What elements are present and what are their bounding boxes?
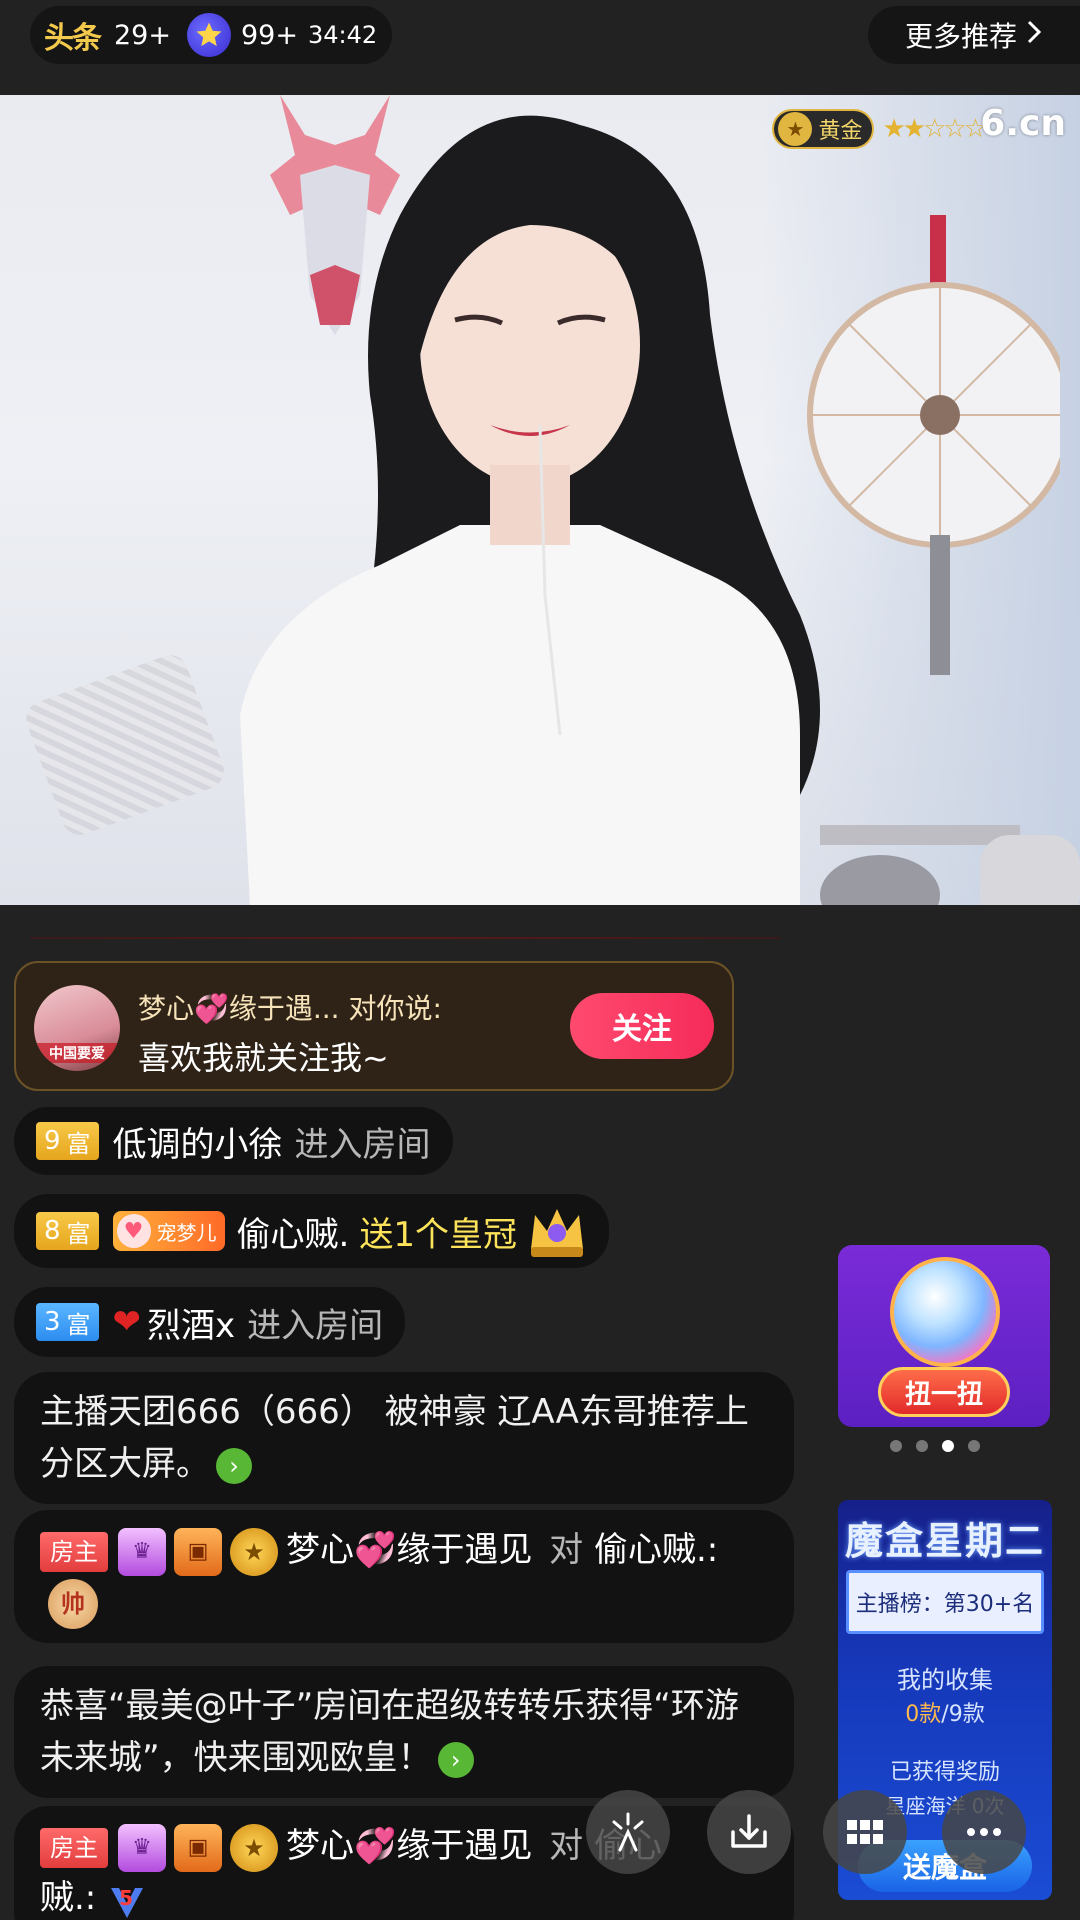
chat-message[interactable]: 9 富 低调的小徐 进入房间 [14,1107,453,1175]
rich-level-number: 9 [44,1126,61,1156]
rich-level-badge: 8 富 [36,1212,99,1250]
system-message-text: 恭喜“最美@叶子”房间在超级转转乐获得“环游未来城”，快来围观欧皇！ [40,1686,739,1778]
divider [30,937,780,939]
room-owner-tag: 房主 [40,1531,108,1572]
system-message-text: 主播天团666（666） 被神豪 辽AA东哥推荐上分区大屏。 [40,1392,749,1484]
star-count: 99+ [240,19,298,51]
heart-icon: ❤ [112,1302,142,1342]
follow-prompt-card: 中国要爱 梦心💞缘于遇... 对你说: 喜欢我就关注我~ 关注 [14,961,734,1091]
rich-level-number: 8 [44,1216,61,1246]
pillow-decoration [21,650,229,840]
toutiao-logo: 头条 [44,21,102,56]
apps-grid-button[interactable] [823,1790,907,1874]
won-title: 已获得奖励 [889,1760,1000,1785]
star-icon [186,13,231,57]
download-button[interactable] [707,1790,791,1874]
chat-target-user-cont: 贼.: [40,1878,97,1918]
shuai-emote-icon: 帅 [48,1578,98,1629]
gesture-button[interactable] [586,1790,670,1874]
chat-target-user[interactable]: 偷心贼.: [594,1530,718,1570]
level-number: 5 [119,1885,133,1910]
live-time: 34:42 [307,21,378,49]
shield-badge-icon: ▣ [174,1823,222,1872]
top-bar: 头条 29+ 99+ 34:42 更多推荐 [0,0,1080,95]
medal-icon: ★ [230,1527,278,1576]
level-stars: ★★☆☆☆ [882,114,987,144]
guard-badge-icon: ♛ [118,1823,166,1872]
microphone [820,825,1080,905]
live-video[interactable]: ★ 黄金 ★★☆☆☆ 6.cn [0,95,1080,905]
system-message[interactable]: 恭喜“最美@叶子”房间在超级转转乐获得“环游未来城”，快来围观欧皇！ › [14,1666,794,1798]
pagination-dot[interactable] [968,1440,980,1452]
grid-icon [847,1820,883,1844]
stats-pill[interactable]: 头条 29+ 99+ 34:42 [30,6,392,64]
download-icon [731,1814,767,1848]
chat-action: 进入房间 [294,1124,431,1165]
crown-gift-icon [527,1203,587,1259]
rich-level-number: 3 [44,1307,61,1337]
more-options-button[interactable] [942,1790,1026,1874]
chat-action: 进入房间 [247,1305,384,1346]
medal-icon: ★ [778,112,813,146]
rich-level-badge: 9 富 [36,1122,99,1160]
chat-message[interactable]: 3 富 ❤ 烈酒x 进入房间 [14,1287,406,1357]
system-message[interactable]: 主播天团666（666） 被神豪 辽AA东哥推荐上分区大屏。 › [14,1372,794,1504]
shield-badge-icon: ▣ [174,1527,222,1576]
twist-button[interactable]: 扭一扭 [878,1367,1010,1417]
pet-fan-badge: ♥ 宠梦儿 [112,1211,225,1251]
chat-to-word: 对 [549,1826,584,1866]
follow-card-sender: 梦心💞缘于遇... 对你说: [138,992,442,1025]
gacha-globe-icon [890,1257,1000,1367]
site-watermark: 6.cn [980,103,1066,144]
avatar[interactable]: 中国要爱 [34,985,120,1071]
streamer [240,115,820,905]
pagination-dot[interactable] [916,1440,928,1452]
chat-username[interactable]: 烈酒x [147,1298,235,1347]
collect-title: 我的收集 [897,1666,993,1694]
pet-fan-name: 宠梦儿 [156,1220,217,1245]
follow-card-message: 喜欢我就关注我~ [138,1039,389,1077]
heart-icon: ♥ [116,1214,151,1248]
weekly-title: 魔盒星期二 [844,1518,1045,1563]
follow-button[interactable]: 关注 [570,993,714,1059]
chat-message[interactable]: 8 富 ♥ 宠梦儿 偷心贼. 送1个皇冠 [14,1194,609,1268]
pagination-dot[interactable] [890,1440,902,1452]
collect-total: /9款 [941,1702,985,1727]
more-recommend-button[interactable]: 更多推荐 [868,6,1080,64]
rich-level-label: 富 [66,1129,91,1158]
chat-message[interactable]: 房主♛▣★梦心💞缘于遇见 对 偷心 贼.: 5 [14,1806,794,1920]
chat-message[interactable]: 房主 ♛ ▣ ★ 梦心💞缘于遇见 对 偷心贼.: 帅 [14,1510,794,1643]
chat-username[interactable]: 偷心贼. [237,1207,350,1256]
rich-level-badge: 3 富 [36,1303,99,1341]
pagination-dot-active[interactable] [942,1440,954,1452]
gold-level-text: 黄金 [818,119,863,144]
go-arrow-icon[interactable]: › [216,1447,252,1484]
guard-badge-icon: ♛ [118,1527,166,1576]
gift-message: 送1个皇冠 [359,1214,517,1255]
chat-username[interactable]: 低调的小徐 [113,1117,283,1166]
medal-icon: ★ [230,1823,278,1872]
anchor-rank: 主播榜：第30+名 [846,1570,1044,1634]
rich-level-label: 富 [66,1219,91,1248]
more-recommend-label: 更多推荐 [904,20,1017,53]
chevron-right-icon [1025,19,1043,52]
chat-to-word: 对 [549,1530,584,1570]
collect-value: 0款/9款 [838,1696,1052,1728]
avatar-label: 中国要爱 [34,1043,120,1063]
headline-count: 29+ [114,19,171,51]
gold-level-pill: ★ 黄金 [772,109,875,149]
level-v-icon: 5 [107,1878,147,1920]
rich-level-label: 富 [66,1310,91,1339]
chat-username[interactable]: 梦心💞缘于遇见 [286,1826,532,1866]
go-arrow-icon[interactable]: › [437,1741,474,1778]
collect-count: 0款 [905,1702,942,1727]
sparkle-icon [612,1812,644,1852]
more-dots-icon [967,1828,1001,1836]
anchor-level-badge[interactable]: ★ 黄金 ★★☆☆☆ [772,107,987,151]
chat-username[interactable]: 梦心💞缘于遇见 [286,1530,532,1570]
room-owner-tag: 房主 [40,1827,108,1868]
banner-pagination [890,1440,980,1452]
twist-game-banner[interactable]: 扭一扭 [838,1245,1050,1427]
